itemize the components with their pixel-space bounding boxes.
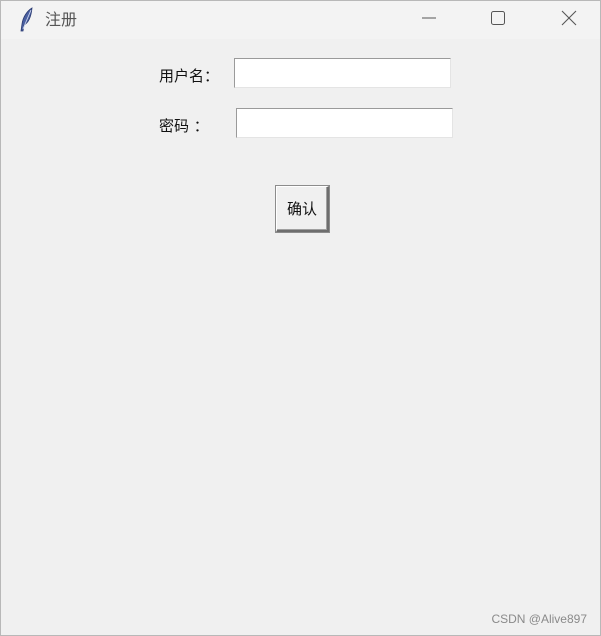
password-label: 密码 ： (159, 117, 209, 135)
feather-icon (18, 7, 36, 33)
minimize-button[interactable] (406, 1, 452, 39)
title-bar[interactable]: 注册 (1, 1, 600, 39)
maximize-icon (490, 10, 506, 30)
close-button[interactable] (546, 1, 592, 39)
confirm-button[interactable]: 确认 (276, 186, 329, 232)
watermark: CSDN @Alive897 (491, 612, 587, 626)
close-icon (561, 10, 577, 30)
password-input[interactable] (236, 108, 453, 138)
username-label: 用户名： (159, 67, 220, 85)
maximize-button[interactable] (475, 1, 521, 39)
register-window: 注册 用户名： 密码 ： 确认 (0, 0, 601, 636)
username-input[interactable] (234, 58, 451, 88)
form-area: 用户名： 密码 ： 确认 (1, 39, 600, 635)
window-title: 注册 (45, 10, 78, 29)
minimize-icon (421, 10, 437, 30)
